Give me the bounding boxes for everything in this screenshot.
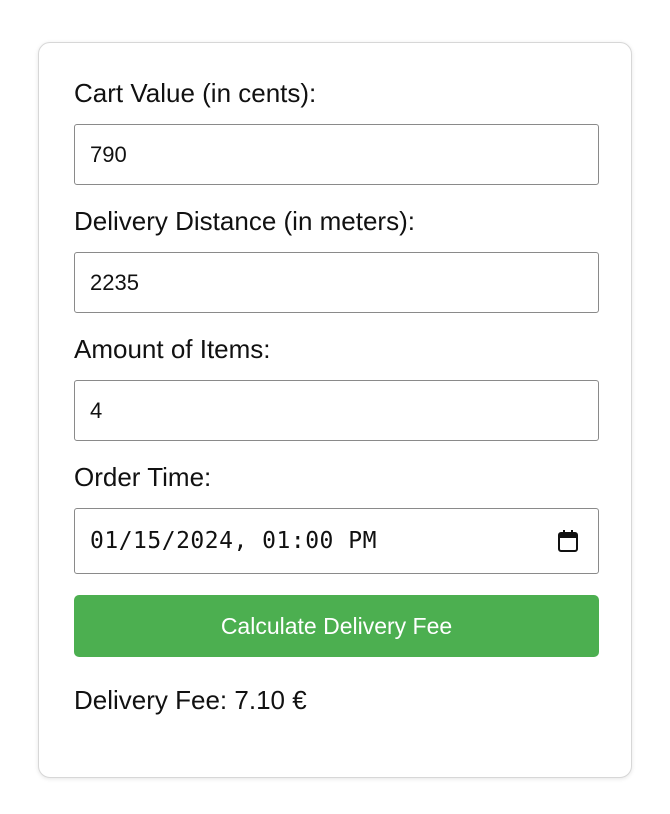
order-time-input[interactable]: 01/15/2024, 01:00 PM	[74, 508, 599, 574]
cart-value-text: 790	[90, 141, 127, 167]
calendar-icon[interactable]	[558, 530, 578, 552]
delivery-fee-result: Delivery Fee: 7.10 €	[74, 685, 307, 715]
delivery-distance-input[interactable]: 2235	[74, 252, 599, 313]
delivery-distance-text: 2235	[90, 269, 139, 295]
order-time-label: Order Time:	[74, 462, 212, 492]
delivery-fee-calculator-card: Cart Value (in cents): 790 Delivery Dist…	[38, 42, 632, 778]
amount-of-items-label: Amount of Items:	[74, 334, 271, 364]
cart-value-input[interactable]: 790	[74, 124, 599, 185]
amount-of-items-text: 4	[90, 397, 103, 423]
cart-value-label: Cart Value (in cents):	[74, 78, 317, 108]
delivery-distance-label: Delivery Distance (in meters):	[74, 206, 415, 236]
amount-of-items-input[interactable]: 4	[74, 380, 599, 441]
order-time-text: 01/15/2024, 01:00 PM	[90, 528, 377, 554]
calculate-delivery-fee-button[interactable]: Calculate Delivery Fee	[74, 595, 599, 657]
